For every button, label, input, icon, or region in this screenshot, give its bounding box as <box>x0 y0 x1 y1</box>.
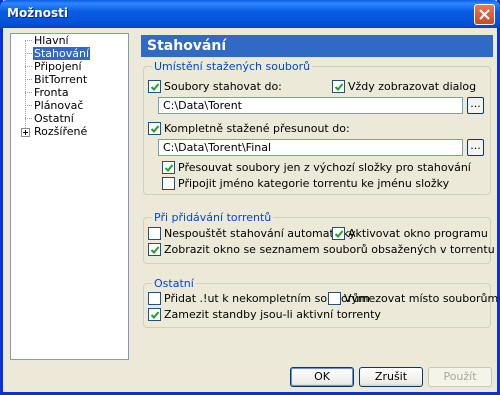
checkbox-label: Vymezovat místo souborům <box>344 292 499 305</box>
checkmark-icon <box>150 311 160 319</box>
adding-group: Při přidávání torrentů Nespouštět stahov… <box>143 211 495 264</box>
checkbox-box <box>148 122 161 135</box>
prevent-standby-checkbox[interactable]: Zamezit standby jsou-li aktivní torrenty <box>148 308 381 322</box>
move-completed-checkbox[interactable]: Kompletně stažené přesunout do: <box>148 122 350 136</box>
tree-item-scheduler[interactable]: Plánovač <box>33 99 84 112</box>
checkbox-box <box>162 177 175 190</box>
other-group: Ostatní Přidat .!ut k nekompletním soubo… <box>143 277 498 328</box>
tree-item-connection[interactable]: Připojení <box>33 60 83 73</box>
tree-item-bittorrent[interactable]: BitTorrent <box>33 73 88 86</box>
checkbox-box <box>148 227 161 240</box>
checkmark-icon <box>334 230 344 238</box>
checkbox-box <box>332 227 345 240</box>
close-button[interactable] <box>474 4 495 25</box>
browse-completed-path-button[interactable]: ... <box>467 139 484 156</box>
expand-icon[interactable] <box>21 128 30 137</box>
checkmark-icon <box>150 83 160 91</box>
checkbox-box <box>148 308 161 321</box>
tree-item-other[interactable]: Ostatní <box>33 112 75 125</box>
browse-download-path-button[interactable]: ... <box>467 97 484 114</box>
checkbox-box <box>328 292 341 305</box>
checkmark-icon <box>150 125 160 133</box>
options-dialog: Možnosti Hlavní Stahování Připojení BitT… <box>0 0 500 395</box>
checkbox-box <box>148 243 161 256</box>
checkmark-icon <box>150 246 160 254</box>
tree-connector <box>25 92 32 93</box>
prealloc-checkbox[interactable]: Vymezovat místo souborům <box>328 292 498 306</box>
activate-window-checkbox[interactable]: Aktivovat okno programu <box>332 227 488 241</box>
page-title: Stahování <box>141 35 493 57</box>
completed-path-input[interactable]: C:\Data\Torent\Final <box>158 139 463 156</box>
append-label-checkbox[interactable]: Připojit jméno kategorie torrentu ke jmé… <box>162 177 449 191</box>
group-title: Při přidávání torrentů <box>152 211 274 224</box>
checkbox-label: Přesouvat soubory jen z výchozí složky p… <box>178 161 471 174</box>
tree-connector <box>25 118 32 119</box>
tree-connector <box>25 40 32 41</box>
tree-connector <box>25 105 32 106</box>
checkbox-label: Připojit jméno kategorie torrentu ke jmé… <box>178 177 450 190</box>
checkbox-box <box>332 80 345 93</box>
category-tree[interactable]: Hlavní Stahování Připojení BitTorrent Fr… <box>10 33 129 360</box>
tree-item-downloads[interactable]: Stahování <box>33 47 91 60</box>
checkbox-label: Soubory stahovat do: <box>164 80 282 93</box>
checkbox-label: Vždy zobrazovat dialog <box>348 80 477 93</box>
checkbox-box <box>162 161 175 174</box>
ok-button[interactable]: OK <box>290 367 354 387</box>
tree-connector <box>25 53 32 54</box>
checkbox-label: Nespouštět stahování automaticky <box>164 227 356 240</box>
tree-connector <box>25 79 32 80</box>
tree-connector <box>25 66 32 67</box>
checkbox-label: Zobrazit okno se seznamem souborů obsaže… <box>164 243 495 256</box>
move-only-from-default-checkbox[interactable]: Přesouvat soubory jen z výchozí složky p… <box>162 161 471 175</box>
cancel-button[interactable]: Zrušit <box>359 367 423 387</box>
tree-item-general[interactable]: Hlavní <box>33 34 70 47</box>
group-title: Umístění stažených souborů <box>152 60 313 73</box>
download-to-checkbox[interactable]: Soubory stahovat do: <box>148 80 282 94</box>
download-path-input[interactable]: C:\Data\Torent <box>158 97 463 114</box>
window-title: Možnosti <box>7 6 68 20</box>
always-show-dialog-checkbox[interactable]: Vždy zobrazovat dialog <box>332 80 476 94</box>
tree-item-queue[interactable]: Fronta <box>33 86 70 99</box>
title-bar[interactable]: Možnosti <box>0 0 500 28</box>
location-group: Umístění stažených souborů Soubory staho… <box>143 60 491 195</box>
close-icon <box>479 9 490 20</box>
show-files-dialog-checkbox[interactable]: Zobrazit okno se seznamem souborů obsaže… <box>148 243 495 257</box>
group-title: Ostatní <box>152 277 196 290</box>
dont-start-checkbox[interactable]: Nespouštět stahování automaticky <box>148 227 355 241</box>
checkbox-label: Zamezit standby jsou-li aktivní torrenty <box>164 308 381 321</box>
tree-item-advanced[interactable]: Rozšířené <box>33 125 88 138</box>
checkbox-label: Aktivovat okno programu <box>348 227 488 240</box>
checkmark-icon <box>334 83 344 91</box>
checkbox-label: Kompletně stažené přesunout do: <box>164 122 350 135</box>
checkbox-box <box>148 292 161 305</box>
apply-button[interactable]: Použít <box>428 367 492 387</box>
checkmark-icon <box>164 164 174 172</box>
checkbox-box <box>148 80 161 93</box>
